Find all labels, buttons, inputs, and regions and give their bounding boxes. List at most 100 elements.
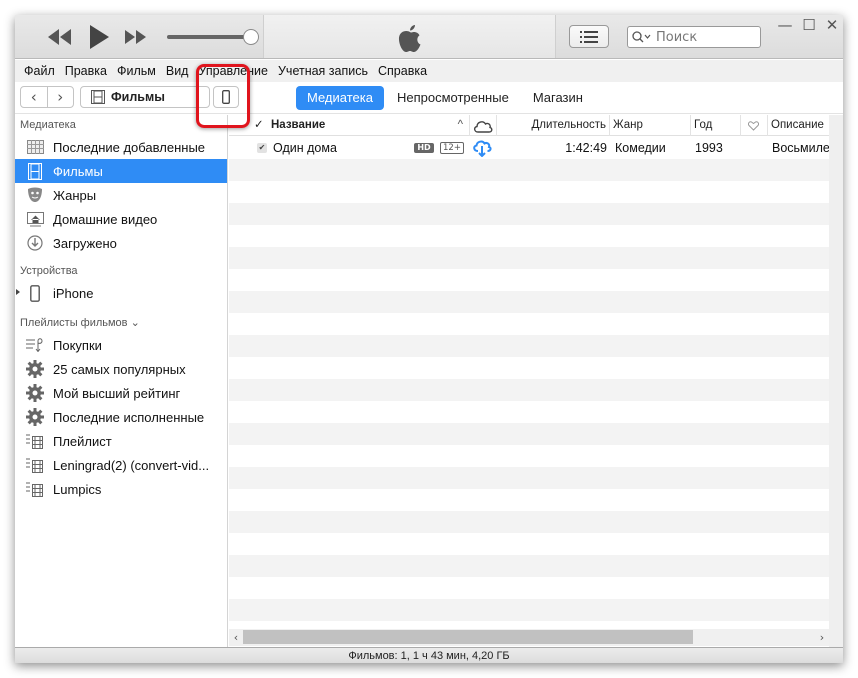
sidebar-item-lumpics[interactable]: Lumpics — [15, 477, 227, 501]
sidebar-item-label: Домашние видео — [53, 211, 158, 227]
play-icon[interactable] — [88, 24, 110, 50]
sidebar-item-label: Lumpics — [53, 481, 102, 497]
grid-icon — [26, 138, 44, 156]
empty-row — [229, 555, 829, 577]
masks-icon — [26, 186, 44, 204]
column-description[interactable]: Описание — [768, 115, 838, 136]
menu-edit[interactable]: Правка — [60, 64, 112, 78]
rewind-icon[interactable] — [46, 27, 72, 47]
empty-row — [229, 379, 829, 401]
column-duration[interactable]: Длительность — [497, 115, 610, 136]
download-icon — [26, 234, 44, 252]
empty-row — [229, 247, 829, 269]
icloud-download-icon[interactable] — [472, 140, 492, 157]
menu-bar: Файл Правка Фильм Вид Управление Учетная… — [15, 60, 843, 82]
search-field[interactable] — [627, 26, 761, 48]
empty-row — [229, 335, 829, 357]
sidebar-item-home-videos[interactable]: Домашние видео — [15, 207, 227, 231]
horizontal-scroll-thumb[interactable] — [243, 630, 693, 644]
sidebar-item-top-rated[interactable]: Мой высший рейтинг — [15, 381, 227, 405]
tab-library[interactable]: Медиатека — [296, 86, 384, 110]
empty-row — [229, 621, 829, 629]
empty-row — [229, 181, 829, 203]
sidebar-item-top-25[interactable]: 25 самых популярных — [15, 357, 227, 381]
player-toolbar: — ☐ ✕ — [15, 15, 843, 59]
close-button[interactable]: ✕ — [824, 17, 840, 33]
age-rating-badge: 12+ — [440, 142, 464, 154]
movie-list: ✓ Название ^ Длительность Жанр Год Описа… — [229, 115, 829, 647]
sidebar-item-label: Последние исполненные — [53, 409, 205, 425]
fast-forward-icon[interactable] — [124, 28, 148, 46]
sidebar-item-label: Фильмы — [53, 163, 103, 179]
sidebar-item-label: Плейлист — [53, 433, 112, 449]
sidebar-item-purchases[interactable]: Покупки — [15, 333, 227, 357]
status-bar: Фильмов: 1, 1 ч 43 мин, 4,20 ГБ — [15, 647, 843, 663]
sidebar-section-library: Медиатека — [20, 119, 76, 131]
sidebar-item-movies[interactable]: Фильмы — [15, 159, 227, 183]
film-playlist-icon — [26, 456, 44, 474]
volume-knob[interactable] — [243, 29, 259, 45]
hd-badge: HD — [414, 143, 434, 153]
column-name-label: Название — [271, 119, 326, 131]
cloud-icon — [473, 121, 493, 133]
column-year[interactable]: Год — [691, 115, 741, 136]
row-checkbox[interactable]: ✔ — [257, 143, 267, 153]
sidebar: Медиатека Последние добавленные Фильмы Ж… — [15, 115, 228, 647]
sidebar-item-leningrad[interactable]: Leningrad(2) (convert-vid... — [15, 453, 227, 477]
column-loved[interactable] — [741, 115, 768, 136]
menu-file[interactable]: Файл — [19, 64, 60, 78]
empty-row — [229, 357, 829, 379]
menu-account[interactable]: Учетная запись — [273, 64, 373, 78]
back-button[interactable]: ‹ — [21, 87, 48, 107]
menu-help[interactable]: Справка — [373, 64, 432, 78]
smart-playlist-gear-icon — [26, 360, 44, 378]
cell-genre: Комедии — [615, 141, 666, 155]
purchases-playlist-icon — [26, 336, 44, 354]
table-row[interactable]: ✔ Один дома HD 12+ 1:42:49 Комедии 1993 … — [229, 137, 829, 159]
cell-name: Один дома — [273, 141, 337, 155]
column-genre[interactable]: Жанр — [610, 115, 691, 136]
sidebar-section-movie-playlists[interactable]: Плейлисты фильмов ⌄ — [15, 313, 227, 333]
navigation-bar: ‹ › Фильмы Медиатека Непросмотренные Маг… — [15, 82, 843, 114]
smart-playlist-gear-icon — [26, 408, 44, 426]
cell-year: 1993 — [695, 141, 723, 155]
horizontal-scrollbar[interactable]: ‹ › — [229, 629, 829, 646]
menu-view[interactable]: Вид — [161, 64, 194, 78]
sidebar-item-playlist[interactable]: Плейлист — [15, 429, 227, 453]
empty-row — [229, 159, 829, 181]
scroll-right-button[interactable]: › — [815, 629, 829, 646]
empty-row — [229, 577, 829, 599]
sidebar-item-recently-added[interactable]: Последние добавленные — [15, 135, 227, 159]
sidebar-item-label: Загружено — [53, 235, 117, 251]
empty-row — [229, 291, 829, 313]
menu-controls[interactable]: Управление — [193, 64, 273, 78]
column-name[interactable]: Название ^ — [268, 115, 470, 136]
list-view-button[interactable] — [569, 25, 609, 48]
tab-store[interactable]: Магазин — [522, 86, 594, 110]
history-navigation: ‹ › — [20, 86, 74, 108]
empty-row — [229, 599, 829, 621]
list-icon — [580, 30, 598, 43]
sidebar-item-recently-played[interactable]: Последние исполненные — [15, 405, 227, 429]
tab-unwatched[interactable]: Непросмотренные — [386, 86, 520, 110]
sidebar-item-genres[interactable]: Жанры — [15, 183, 227, 207]
heart-icon — [747, 121, 760, 131]
maximize-button[interactable]: ☐ — [801, 17, 817, 33]
sidebar-item-iphone[interactable]: iPhone — [15, 281, 227, 305]
search-input[interactable] — [656, 29, 751, 45]
library-tabs: Медиатека Непросмотренные Магазин — [296, 86, 596, 110]
media-kind-label: Фильмы — [111, 90, 165, 104]
minimize-button[interactable]: — — [777, 17, 793, 33]
sidebar-item-downloaded[interactable]: Загружено — [15, 231, 227, 255]
sidebar-item-label: Последние добавленные — [53, 139, 206, 155]
disclosure-triangle-icon[interactable] — [16, 289, 20, 295]
scroll-left-button[interactable]: ‹ — [229, 629, 243, 646]
media-kind-selector[interactable]: Фильмы — [80, 86, 210, 108]
forward-button[interactable]: › — [48, 87, 74, 107]
volume-slider[interactable] — [167, 29, 259, 45]
vertical-scrollbar[interactable] — [829, 115, 843, 647]
device-button[interactable] — [213, 86, 239, 108]
film-icon — [26, 162, 44, 180]
menu-movie[interactable]: Фильм — [112, 64, 161, 78]
column-icloud[interactable] — [470, 115, 497, 136]
